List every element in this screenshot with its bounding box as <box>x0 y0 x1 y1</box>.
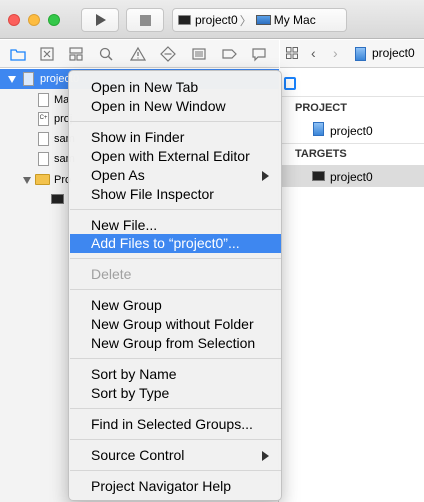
scheme-target-label: project0 <box>195 13 238 27</box>
target-icon <box>312 171 325 181</box>
menu-item-open-with-external-editor[interactable]: Open with External Editor <box>70 147 281 166</box>
disclosure-triangle-icon[interactable] <box>23 177 31 184</box>
minimize-window-button[interactable] <box>28 14 40 26</box>
sidebar-toggle-icon[interactable] <box>284 77 296 90</box>
window-toolbar: project0 〉 My Mac <box>0 0 424 39</box>
navigator-row-label: Ma <box>54 94 70 106</box>
menu-item-show-file-inspector[interactable]: Show File Inspector <box>70 185 281 204</box>
menu-separator <box>70 439 281 440</box>
submenu-arrow-icon <box>262 451 269 461</box>
menu-separator <box>70 289 281 290</box>
project-item[interactable]: project0 <box>330 124 373 138</box>
run-icon <box>96 14 106 26</box>
stop-icon <box>140 15 151 26</box>
menu-item-open-as[interactable]: Open As <box>70 166 281 185</box>
menu-item-label: Open As <box>91 167 145 183</box>
scheme-selector[interactable]: project0 〉 My Mac <box>172 8 347 32</box>
menu-item-find-in-selected-groups[interactable]: Find in Selected Groups... <box>70 415 281 434</box>
related-items-icon[interactable] <box>286 47 298 59</box>
folder-icon <box>35 174 50 185</box>
cpp-file-icon: C+ <box>38 112 49 126</box>
submenu-arrow-icon <box>262 171 269 181</box>
run-button[interactable] <box>81 8 119 32</box>
app-target-icon <box>178 15 191 25</box>
back-arrow-icon[interactable]: ‹ <box>311 46 316 60</box>
stop-button[interactable] <box>126 8 164 32</box>
menu-item-sort-by-type[interactable]: Sort by Type <box>70 384 281 403</box>
divider <box>280 143 424 144</box>
file-icon <box>38 152 49 166</box>
menu-separator <box>70 408 281 409</box>
executable-icon <box>51 194 64 204</box>
menu-item-sort-by-name[interactable]: Sort by Name <box>70 365 281 384</box>
menu-item-new-group-without-folder[interactable]: New Group without Folder <box>70 315 281 334</box>
menu-item-project-navigator-help[interactable]: Project Navigator Help <box>70 477 281 496</box>
menu-item-show-in-finder[interactable]: Show in Finder <box>70 128 281 147</box>
menu-separator <box>70 121 281 122</box>
zoom-window-button[interactable] <box>48 14 60 26</box>
close-window-button[interactable] <box>8 14 20 26</box>
mac-icon <box>255 15 271 25</box>
find-icon[interactable] <box>98 46 114 62</box>
menu-item-open-in-new-tab[interactable]: Open in New Tab <box>70 78 281 97</box>
project-file-icon <box>355 47 366 61</box>
menu-item-add-files[interactable]: Add Files to “project0”... <box>70 234 281 253</box>
menu-separator <box>70 358 281 359</box>
breakpoint-icon[interactable] <box>221 46 237 62</box>
file-icon <box>38 93 49 107</box>
menu-item-new-group[interactable]: New Group <box>70 296 281 315</box>
divider <box>280 96 424 97</box>
menu-item-new-file[interactable]: New File... <box>70 216 281 235</box>
forward-arrow-icon[interactable]: › <box>333 46 338 60</box>
menu-separator <box>70 258 281 259</box>
folder-icon[interactable] <box>10 46 26 62</box>
targets-section-header: TARGETS <box>295 148 347 160</box>
project-section-header: PROJECT <box>295 102 347 114</box>
file-icon <box>38 132 49 146</box>
disclosure-triangle-icon[interactable] <box>8 76 16 83</box>
menu-item-new-group-from-selection[interactable]: New Group from Selection <box>70 334 281 353</box>
issue-icon[interactable] <box>129 46 147 62</box>
project-file-icon <box>313 122 324 136</box>
context-menu: Open in New Tab Open in New Window Show … <box>68 70 282 501</box>
report-icon[interactable] <box>251 46 267 62</box>
menu-item-delete: Delete <box>91 266 132 282</box>
test-icon[interactable] <box>160 46 176 62</box>
chevron-right-icon: 〉 <box>239 13 252 28</box>
menu-item-open-in-new-window[interactable]: Open in New Window <box>70 97 281 116</box>
debug-icon[interactable] <box>191 46 207 62</box>
symbol-icon[interactable] <box>68 46 84 62</box>
menu-item-label: Source Control <box>91 447 185 463</box>
source-control-icon[interactable] <box>39 46 55 62</box>
navigator-selector-bar <box>0 40 279 68</box>
menu-separator <box>70 470 281 471</box>
menu-item-source-control[interactable]: Source Control <box>70 446 281 465</box>
scheme-device-label: My Mac <box>273 13 316 27</box>
jump-bar-label[interactable]: project0 <box>372 46 415 60</box>
menu-separator <box>70 209 281 210</box>
project-file-icon <box>23 72 34 86</box>
target-item[interactable]: project0 <box>330 170 373 184</box>
